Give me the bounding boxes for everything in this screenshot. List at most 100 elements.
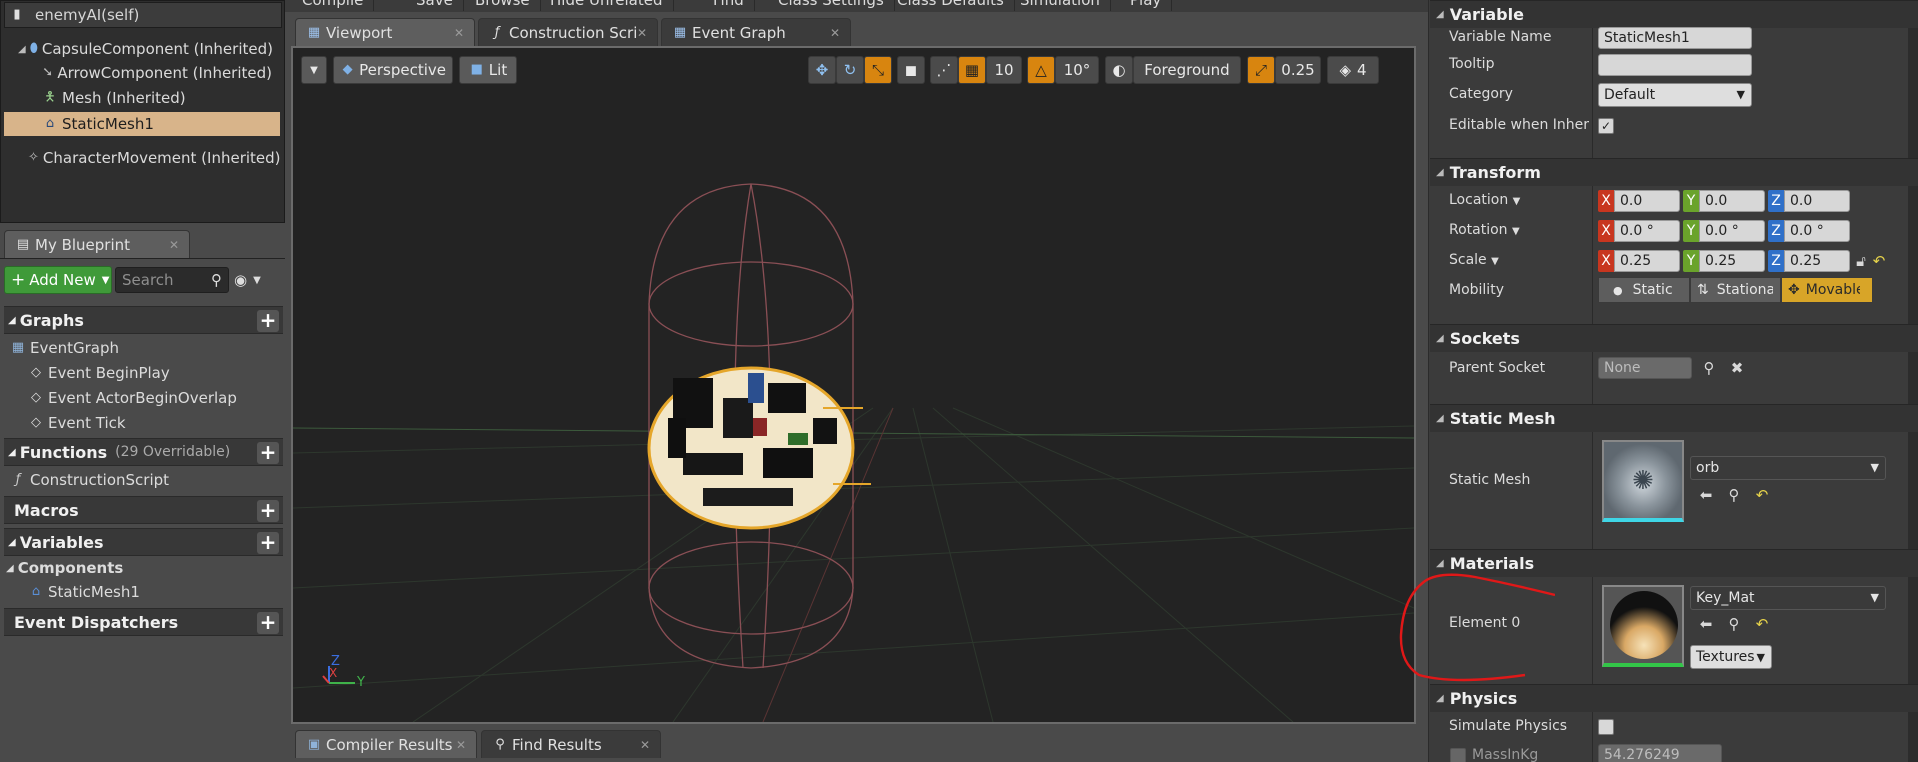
location-x-input[interactable]: 0.0 [1614,190,1680,212]
play-button[interactable]: Play [1120,0,1173,11]
mobility-movable-option[interactable]: ✥ Movable [1781,277,1873,303]
macros-section-header[interactable]: Macros + [4,496,283,524]
graph-item-tick[interactable]: ◇ Event Tick [28,411,126,435]
tab-find-results[interactable]: ⚲ Find Results ✕ [481,730,661,758]
functions-section-header[interactable]: ◢ Functions (29 Overridable) + [4,438,283,466]
reset-to-default-icon[interactable]: ↶ [1870,252,1888,270]
rotation-snap-value[interactable]: 10° [1055,56,1099,84]
event-dispatchers-section-header[interactable]: Event Dispatchers + [4,608,283,636]
layer-toggle[interactable]: ◐ [1105,56,1133,84]
close-icon[interactable]: ✕ [640,738,650,752]
camera-speed-button[interactable]: ◈ 4 [1327,56,1379,84]
search-icon[interactable]: ⚲ [1700,359,1718,377]
tab-compiler-results[interactable]: ▣ Compiler Results ✕ [295,730,477,758]
scale-y-input[interactable]: 0.25 [1699,250,1765,272]
variable-name-input[interactable]: StaticMesh1 [1598,27,1752,49]
close-icon[interactable]: ✕ [456,738,466,752]
close-icon[interactable]: ✕ [637,26,647,40]
location-label[interactable]: Location ▼ [1449,192,1520,208]
components-root-item[interactable]: ▮ enemyAI(self) [4,2,282,28]
tree-item-capsule[interactable]: ◢ ⬮ CapsuleComponent (Inherited) [18,37,273,61]
tree-item-arrow[interactable]: ➘ ArrowComponent (Inherited) [42,61,272,85]
graphs-section-header[interactable]: ◢ Graphs + [4,306,283,334]
material-dropdown[interactable]: Key_Mat ▼ [1690,586,1886,610]
components-category[interactable]: ◢ Components [6,556,123,580]
static-mesh-thumbnail[interactable]: ✺ [1602,440,1684,522]
location-y-input[interactable]: 0.0 [1699,190,1765,212]
world-local-toggle[interactable]: ◼ [897,56,925,84]
viewport[interactable]: Z X Y ▼ ◆ Perspective ■ Lit ✥ ↻ ⤡ ◼ ⋰ ▦ … [291,46,1416,724]
add-variable-button[interactable]: + [257,532,279,554]
viewport-options-button[interactable]: ▼ [301,56,327,84]
tree-item-staticmesh1[interactable]: ⌂ StaticMesh1 [4,112,280,136]
reset-to-default-icon[interactable]: ↶ [1753,615,1771,633]
class-settings-button[interactable]: Class Settings [768,0,895,11]
rotation-x-input[interactable]: 0.0 ° [1614,220,1680,242]
use-selected-arrow-icon[interactable]: ⬅ [1697,615,1715,633]
simulation-button[interactable]: Simulation [1010,0,1111,11]
static-mesh-dropdown[interactable]: orb ▼ [1690,456,1886,480]
rotation-snap-toggle[interactable]: △ [1027,56,1055,84]
variable-section-header[interactable]: ◢ Variable [1430,0,1918,28]
textures-dropdown[interactable]: Textures ▼ [1690,645,1772,669]
compile-button[interactable]: Compile [292,0,375,11]
find-button[interactable]: Find [703,0,755,11]
scale-mode-button[interactable]: ⤡ [864,56,892,84]
surface-snap-button[interactable]: ⋰ [930,56,958,84]
graph-item-eventgraph[interactable]: ▦ EventGraph [10,336,119,360]
sockets-section-header[interactable]: ◢ Sockets [1430,324,1918,352]
variable-item-staticmesh1[interactable]: ⌂ StaticMesh1 [28,580,140,604]
tab-construction-script[interactable]: ƒ Construction Script ✕ [478,18,658,46]
close-icon[interactable]: ✕ [169,238,179,252]
rotation-z-input[interactable]: 0.0 ° [1784,220,1850,242]
mass-override-checkbox[interactable] [1450,748,1466,762]
add-graph-button[interactable]: + [257,310,279,332]
scale-label[interactable]: Scale ▼ [1449,252,1499,268]
close-icon[interactable]: ✕ [830,26,840,40]
tree-item-mesh[interactable]: 🯅 Mesh (Inherited) [42,86,272,110]
tab-event-graph[interactable]: ▦ Event Graph ✕ [661,18,851,46]
browse-search-icon[interactable]: ⚲ [1725,615,1743,633]
translate-mode-button[interactable]: ✥ [808,56,836,84]
mass-input[interactable]: 54.276249 [1598,744,1722,762]
add-new-button[interactable]: + Add New ▼ [4,266,112,294]
graph-item-beginplay[interactable]: ◇ Event BeginPlay [28,361,170,385]
close-icon[interactable]: ✕ [454,26,464,40]
add-event-dispatcher-button[interactable]: + [257,612,279,634]
editable-when-inherited-checkbox[interactable]: ✓ [1598,118,1614,134]
category-dropdown[interactable]: Default ▼ [1598,83,1752,107]
tab-viewport[interactable]: ▦ Viewport ✕ [295,18,475,46]
graph-item-actorbeginoverlap[interactable]: ◇ Event ActorBeginOverlap [28,386,237,410]
parent-socket-input[interactable]: None [1598,357,1692,379]
blueprint-search-input[interactable]: Search ⚲ [115,267,229,293]
browse-search-icon[interactable]: ⚲ [1725,486,1743,504]
add-macro-button[interactable]: + [257,500,279,522]
visibility-filter-button[interactable]: ◉ ▼ [234,268,276,292]
grid-snap-toggle[interactable]: ▦ [958,56,986,84]
class-defaults-button[interactable]: Class Defaults [887,0,1015,11]
material-thumbnail[interactable] [1602,585,1684,667]
browse-button[interactable]: Browse [465,0,541,11]
rotation-label[interactable]: Rotation ▼ [1449,222,1520,238]
transform-section-header[interactable]: ◢ Transform [1430,158,1918,186]
scale-snap-toggle[interactable]: ⤢ [1247,56,1275,84]
scale-snap-value[interactable]: 0.25 [1275,56,1321,84]
hide-unrelated-button[interactable]: Hide Unrelated [540,0,674,11]
simulate-physics-checkbox[interactable] [1598,719,1614,735]
mobility-static-option[interactable]: ● Static [1598,277,1690,303]
static-mesh-section-header[interactable]: ◢ Static Mesh [1430,404,1918,432]
reset-to-default-icon[interactable]: ↶ [1753,486,1771,504]
details-scrollbar[interactable] [1908,0,1918,762]
lock-icon[interactable]: 🔓︎ [1852,252,1870,270]
scale-z-input[interactable]: 0.25 [1784,250,1850,272]
clear-icon[interactable]: ✖ [1728,359,1746,377]
collapse-triangle-icon[interactable]: ◢ [18,44,26,55]
physics-section-header[interactable]: ◢ Physics [1430,684,1918,712]
rotation-y-input[interactable]: 0.0 ° [1699,220,1765,242]
mobility-stationary-option[interactable]: ⇅ Stationary [1690,277,1781,303]
save-button[interactable]: Save [406,0,464,11]
lit-button[interactable]: ■ Lit [459,56,517,84]
function-item-constructionscript[interactable]: ƒ ConstructionScript [10,468,169,492]
location-z-input[interactable]: 0.0 [1784,190,1850,212]
tooltip-input[interactable] [1598,54,1752,76]
